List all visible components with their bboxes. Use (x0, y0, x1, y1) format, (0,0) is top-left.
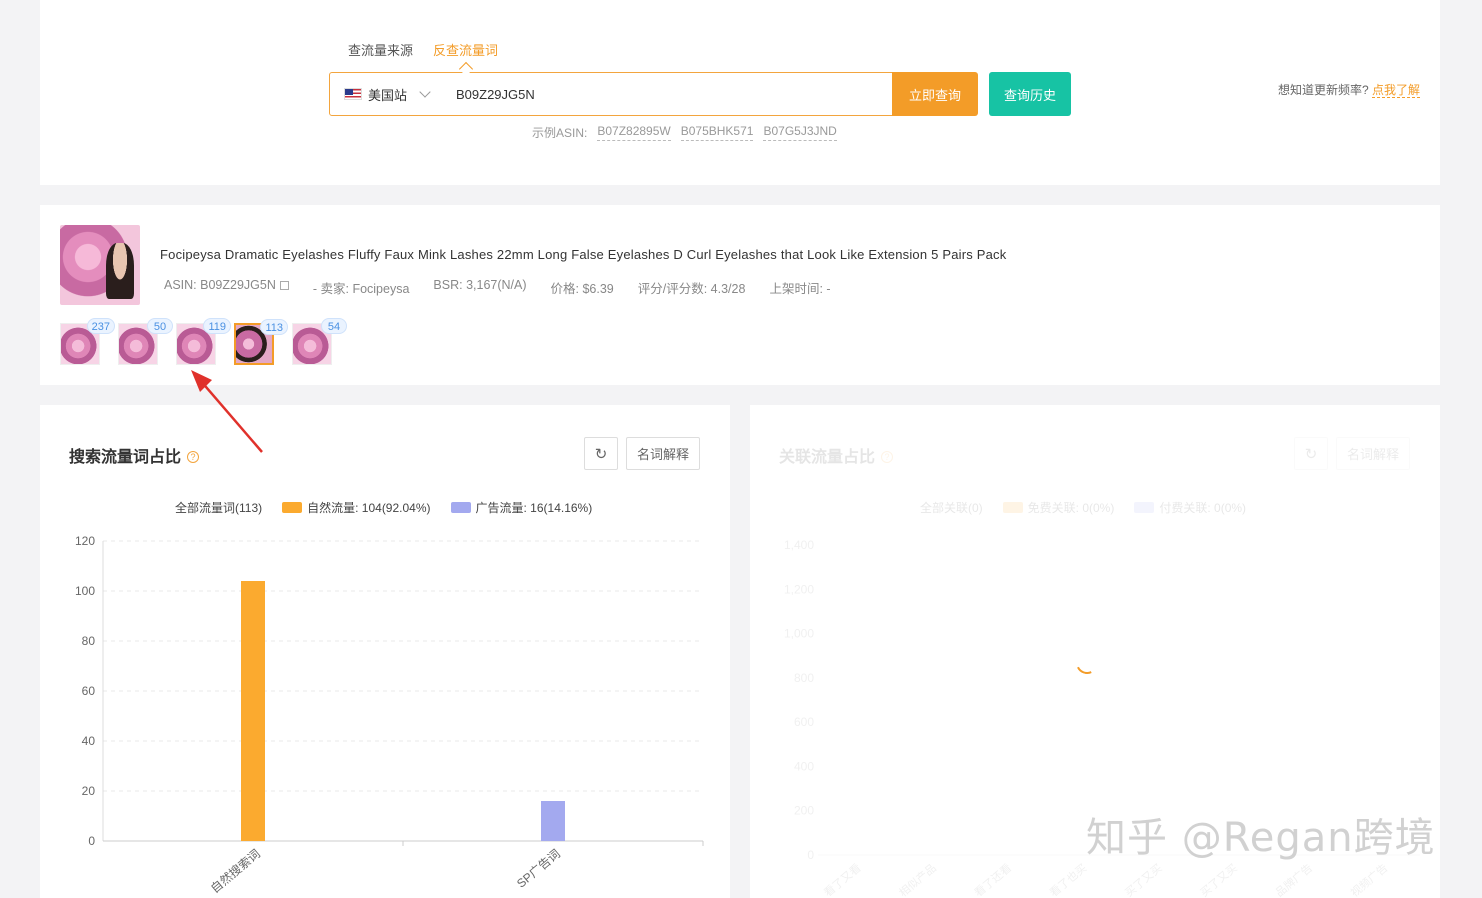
y-tick-label: 120 (75, 534, 95, 548)
variant-count-badge: 119 (203, 318, 231, 334)
variant-thumbnail[interactable]: 50 (118, 318, 173, 365)
legend-swatch (450, 502, 471, 513)
x-tick-label: 买了又买 (1198, 861, 1240, 898)
freq-link[interactable]: 点我了解 (1371, 83, 1420, 98)
x-tick-label: 看了还看 (971, 861, 1014, 898)
history-button[interactable]: 查询历史 (989, 72, 1071, 116)
freq-question: 想知道更新频率? (1277, 83, 1369, 97)
variant-thumbnail[interactable]: 237 (60, 318, 115, 365)
variant-thumbnail-selected[interactable]: 113 (234, 319, 288, 365)
example-asins: 示例ASIN: B07Z82895W B075BHK571 B07G5J3JND (532, 124, 837, 141)
panel-title: 关联流量占比? (779, 443, 894, 467)
y-tick-label: 1,400 (784, 538, 814, 552)
search-traffic-panel: 搜索流量词占比? ↻ 名词解释 全部流量词(113) 自然流量: 104(92.… (40, 405, 730, 898)
x-tick-label: 视频广告 (1348, 861, 1391, 898)
refresh-button[interactable]: ↻ (1294, 437, 1328, 470)
chevron-down-icon (419, 86, 431, 98)
product-meta: ASIN: B09Z29JG5N - 卖家: Focipeysa BSR: 3,… (164, 278, 831, 297)
x-tick-label: 品牌广告 (1272, 861, 1315, 898)
refresh-icon: ↻ (1304, 445, 1318, 463)
variant-count-badge: 237 (86, 318, 115, 334)
example-asin-link[interactable]: B075BHK571 (680, 124, 754, 141)
us-flag-icon (344, 88, 362, 100)
y-tick-label: 400 (794, 759, 814, 773)
tab-traffic-source[interactable]: 查流量来源 (348, 40, 413, 59)
bar (241, 581, 265, 841)
external-link-icon[interactable] (279, 281, 289, 290)
bar (541, 801, 565, 841)
query-button[interactable]: 立即查询 (892, 72, 978, 116)
y-tick-label: 0 (807, 848, 814, 862)
y-tick-label: 1,000 (784, 627, 814, 641)
example-label: 示例ASIN: (532, 126, 588, 140)
update-frequency-hint: 想知道更新频率? 点我了解 (1278, 81, 1420, 98)
y-tick-label: 100 (75, 584, 95, 598)
y-tick-label: 800 (794, 671, 814, 685)
y-tick-label: 200 (794, 804, 814, 818)
asin-input[interactable] (442, 73, 892, 115)
x-tick-label: 相似产品 (896, 861, 939, 898)
product-price: 价格: $6.39 (550, 282, 614, 296)
help-icon[interactable]: ? (187, 451, 200, 463)
legend-all[interactable]: 全部流量词(113) (175, 499, 262, 516)
product-image[interactable] (60, 225, 140, 305)
product-bsr: BSR: 3,167(N/A) (433, 278, 527, 292)
y-tick-label: 20 (82, 784, 96, 798)
variant-thumbnails: 237 50 119 113 54 (60, 318, 347, 365)
legend-ad[interactable]: 广告流量: 16(14.16%) (450, 499, 592, 516)
example-asin-link[interactable]: B07Z82895W (597, 124, 671, 141)
legend-all[interactable]: 全部关联(0) (920, 499, 983, 516)
variant-thumbnail[interactable]: 119 (176, 318, 231, 365)
bar-chart: 0 20 40 60 80 100 120 自然搜索词 SP广告词 (75, 534, 704, 896)
glossary-button[interactable]: 名词解释 (1336, 437, 1410, 470)
refresh-button[interactable]: ↻ (584, 437, 618, 470)
product-rating: 评分/评分数: 4.3/28 (637, 282, 746, 296)
watermark: 知乎 @Regan跨境 (1086, 815, 1436, 861)
legend-swatch (282, 502, 303, 513)
y-tick-label: 80 (82, 634, 96, 648)
site-select[interactable]: 美国站 (330, 73, 442, 115)
legend-paid[interactable]: 付费关联: 0(0%) (1134, 499, 1246, 516)
x-tick-label: SP广告词 (514, 847, 563, 891)
panel-title: 搜索流量词占比? (69, 443, 200, 467)
variant-count-badge: 50 (147, 318, 173, 334)
y-tick-label: 600 (794, 715, 814, 729)
chart-legend: 全部关联(0) 免费关联: 0(0%) 付费关联: 0(0%) (920, 499, 1246, 516)
product-card: Focipeysa Dramatic Eyelashes Fluffy Faux… (40, 205, 1440, 385)
tab-reverse-keywords[interactable]: 反查流量词 (433, 40, 498, 59)
example-asin-link[interactable]: B07G5J3JND (763, 124, 837, 141)
variant-count-badge: 113 (260, 319, 288, 335)
legend-organic[interactable]: 自然流量: 104(92.04%) (282, 499, 431, 516)
y-tick-label: 40 (82, 734, 96, 748)
x-tick-label: 看了也买 (1047, 861, 1090, 898)
x-tick-label: 自然搜索词 (207, 846, 263, 896)
x-tick-label: 看了又看 (821, 861, 864, 898)
product-seller: - 卖家: Focipeysa (312, 282, 410, 296)
site-label: 美国站 (368, 87, 408, 103)
y-tick-label: 60 (82, 684, 96, 698)
search-box: 美国站 (329, 72, 893, 116)
product-title: Focipeysa Dramatic Eyelashes Fluffy Faux… (160, 247, 1007, 262)
chart-legend: 全部流量词(113) 自然流量: 104(92.04%) 广告流量: 16(14… (175, 499, 592, 516)
glossary-button[interactable]: 名词解释 (626, 437, 700, 470)
variant-thumbnail[interactable]: 54 (292, 318, 347, 365)
refresh-icon: ↻ (594, 445, 608, 463)
x-tick-label: 买了又买 (1122, 861, 1164, 898)
legend-swatch (1002, 502, 1023, 513)
y-tick-label: 1,200 (784, 582, 814, 596)
product-listed-date: 上架时间: - (769, 282, 831, 296)
search-tabs: 查流量来源 反查流量词 (348, 40, 498, 59)
variant-count-badge: 54 (321, 318, 347, 334)
y-tick-label: 0 (88, 834, 95, 848)
product-asin: ASIN: B09Z29JG5N (164, 278, 289, 297)
legend-free[interactable]: 免费关联: 0(0%) (1002, 499, 1114, 516)
legend-swatch (1134, 502, 1155, 513)
help-icon[interactable]: ? (881, 451, 894, 463)
